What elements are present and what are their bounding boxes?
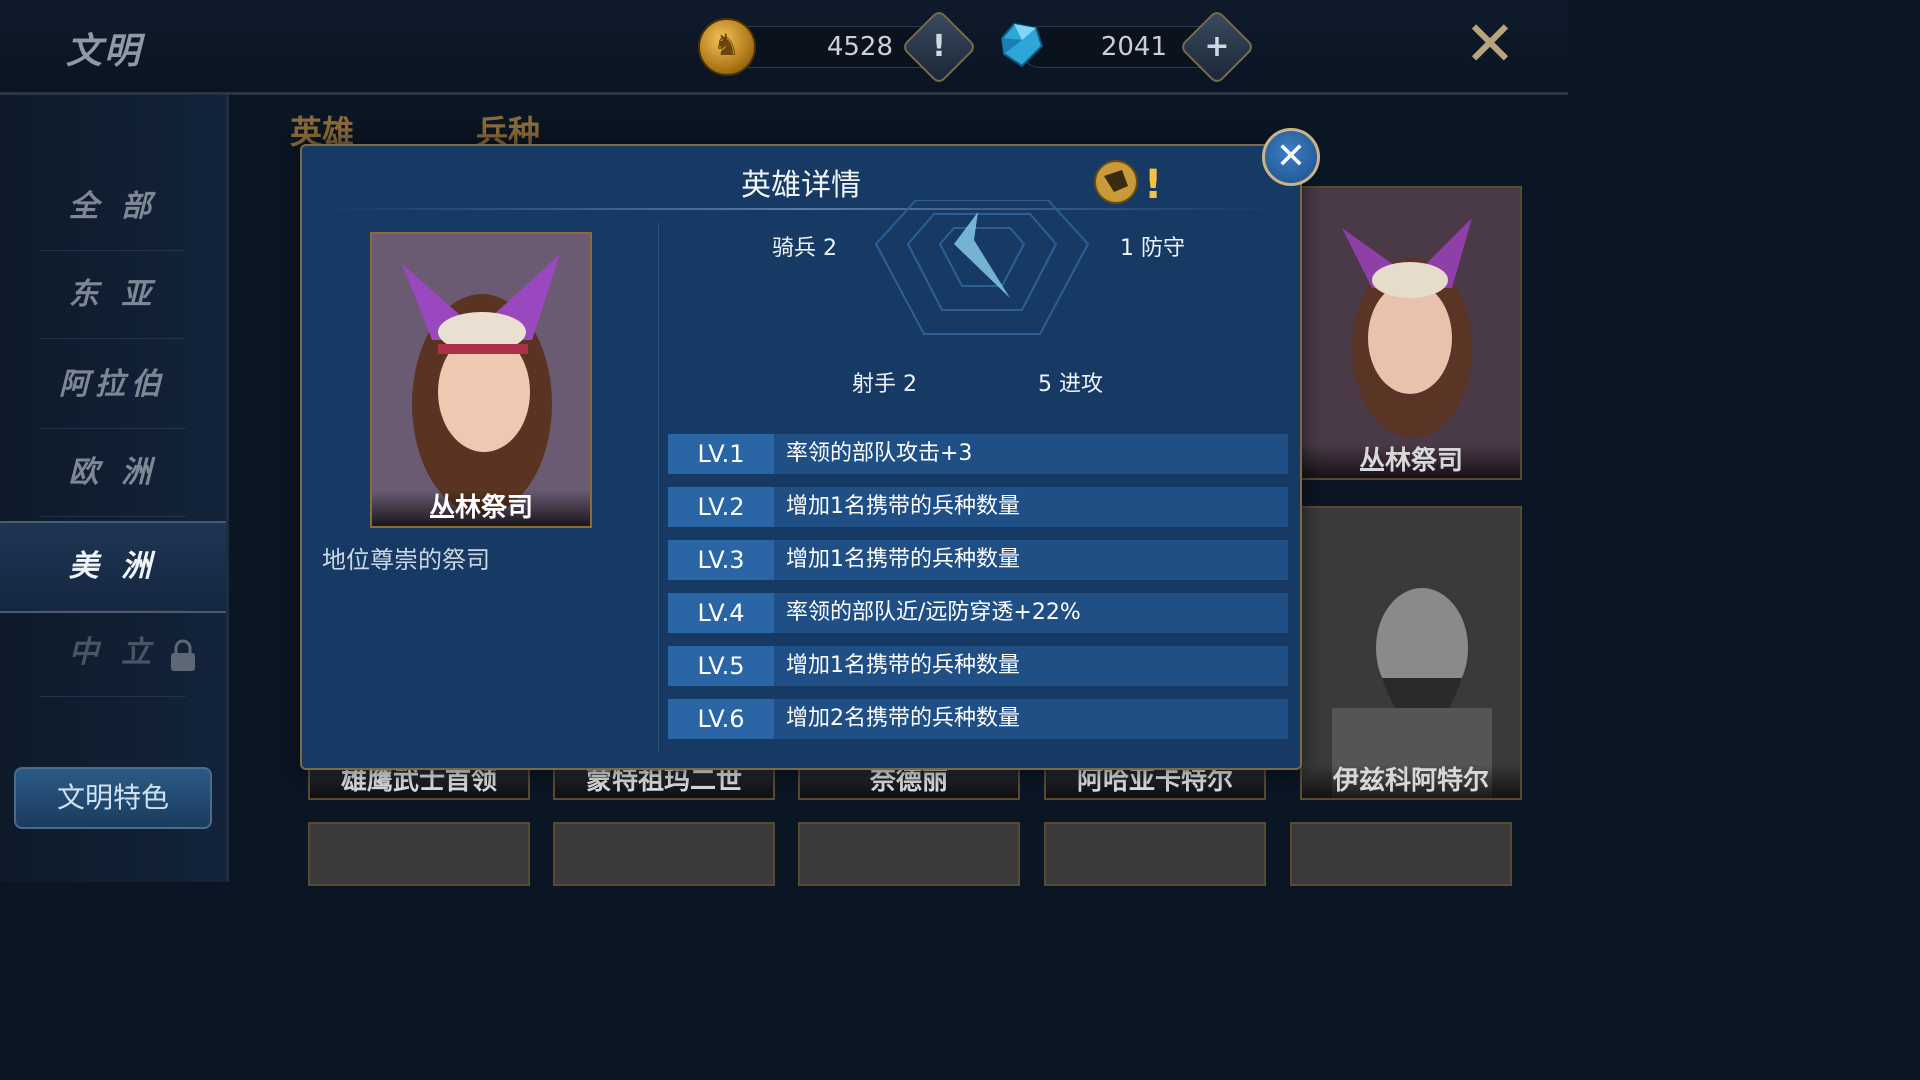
hero-portrait-image	[372, 234, 590, 526]
level-tag: LV.5	[668, 646, 774, 686]
level-effect: 率领的部队攻击+3	[786, 441, 973, 466]
level-effect: 增加2名携带的兵种数量	[786, 706, 1020, 731]
level-row: LV.6 增加2名携带的兵种数量	[668, 699, 1288, 739]
page-title: 文明	[66, 31, 143, 72]
lock-icon	[171, 639, 195, 671]
hero-card[interactable]	[798, 822, 1020, 886]
hero-card[interactable]	[1290, 822, 1512, 886]
level-tag: LV.2	[668, 487, 774, 527]
hero-card-name: 伊兹科阿特尔	[1302, 764, 1520, 798]
sidebar-item-americas[interactable]: 美 洲	[0, 521, 226, 613]
hero-info-icon[interactable]: !	[1092, 156, 1162, 206]
sidebar-item-label: 中 立	[68, 635, 158, 670]
sidebar-item-neutral[interactable]: 中 立	[0, 609, 226, 697]
region-sidebar: 全 部 东 亚 阿拉伯 欧 洲 美 洲 中 立 文明特色	[0, 95, 229, 882]
hero-detail-dialog: 英雄详情 ! 丛林祭司 地位尊崇的祭司 骑兵 2 1 防守 射手 2 5 进攻 …	[300, 144, 1302, 770]
sidebar-item-label: 东 亚	[68, 277, 158, 312]
level-effect: 增加1名携带的兵种数量	[786, 547, 1020, 572]
sidebar-item-label: 阿拉伯	[59, 367, 167, 402]
civilization-feature-button[interactable]: 文明特色	[14, 767, 212, 829]
level-tag: LV.1	[668, 434, 774, 474]
level-tag: LV.6	[668, 699, 774, 739]
hero-name: 丛林祭司	[372, 490, 590, 526]
level-effect: 增加1名携带的兵种数量	[786, 653, 1020, 678]
level-row: LV.4 率领的部队近/远防穿透+22%	[668, 593, 1288, 633]
column-divider	[658, 222, 659, 752]
stat-archer: 射手 2	[852, 372, 917, 397]
gold-value: 4528	[826, 32, 893, 62]
stat-attack: 5 进攻	[1038, 372, 1103, 397]
gem-add-label: +	[1204, 29, 1230, 64]
top-bar: 文明 4528 ♞ ! 2041 + ✕	[0, 0, 1568, 95]
stat-defense: 1 防守	[1120, 236, 1185, 261]
level-row: LV.1 率领的部队攻击+3	[668, 434, 1288, 474]
hero-portrait-image	[1302, 188, 1520, 478]
sidebar-item-label: 美 洲	[68, 549, 158, 584]
sidebar-item-east-asia[interactable]: 东 亚	[0, 251, 226, 339]
level-row: LV.2 增加1名携带的兵种数量	[668, 487, 1288, 527]
dialog-divider	[322, 208, 1280, 210]
gold-info-label: !	[932, 29, 946, 64]
sidebar-item-label: 全 部	[68, 189, 158, 224]
stat-cavalry: 骑兵 2	[772, 236, 837, 261]
gem-value: 2041	[1100, 32, 1167, 62]
hero-card[interactable]: 伊兹科阿特尔	[1300, 506, 1522, 800]
dialog-close-button[interactable]: ✕	[1262, 128, 1320, 186]
gold-coin-icon: ♞	[698, 18, 756, 76]
hero-info-mark: !	[1144, 162, 1162, 206]
level-tag: LV.4	[668, 593, 774, 633]
sidebar-item-label: 欧 洲	[68, 455, 158, 490]
gold-info-button[interactable]: !	[900, 8, 978, 86]
hero-card[interactable]: 丛林祭司	[1300, 186, 1522, 480]
stat-radar-chart	[874, 200, 1090, 335]
level-effect: 增加1名携带的兵种数量	[786, 494, 1020, 519]
hero-card[interactable]	[308, 822, 530, 886]
sidebar-item-all[interactable]: 全 部	[0, 163, 226, 251]
hero-card-name: 丛林祭司	[1302, 444, 1520, 478]
hero-card[interactable]	[1044, 822, 1266, 886]
hero-card[interactable]	[553, 822, 775, 886]
level-tag: LV.3	[668, 540, 774, 580]
gem-add-button[interactable]: +	[1178, 8, 1256, 86]
close-page-icon[interactable]: ✕	[1460, 13, 1520, 75]
hero-portrait-image	[1302, 508, 1520, 798]
gem-icon	[1000, 22, 1044, 68]
level-row: LV.3 增加1名携带的兵种数量	[668, 540, 1288, 580]
level-effect: 率领的部队近/远防穿透+22%	[786, 600, 1081, 625]
sidebar-item-arabia[interactable]: 阿拉伯	[0, 341, 226, 429]
level-row: LV.5 增加1名携带的兵种数量	[668, 646, 1288, 686]
hero-description: 地位尊崇的祭司	[322, 546, 490, 574]
hero-portrait: 丛林祭司	[370, 232, 592, 528]
sidebar-item-europe[interactable]: 欧 洲	[0, 429, 226, 517]
